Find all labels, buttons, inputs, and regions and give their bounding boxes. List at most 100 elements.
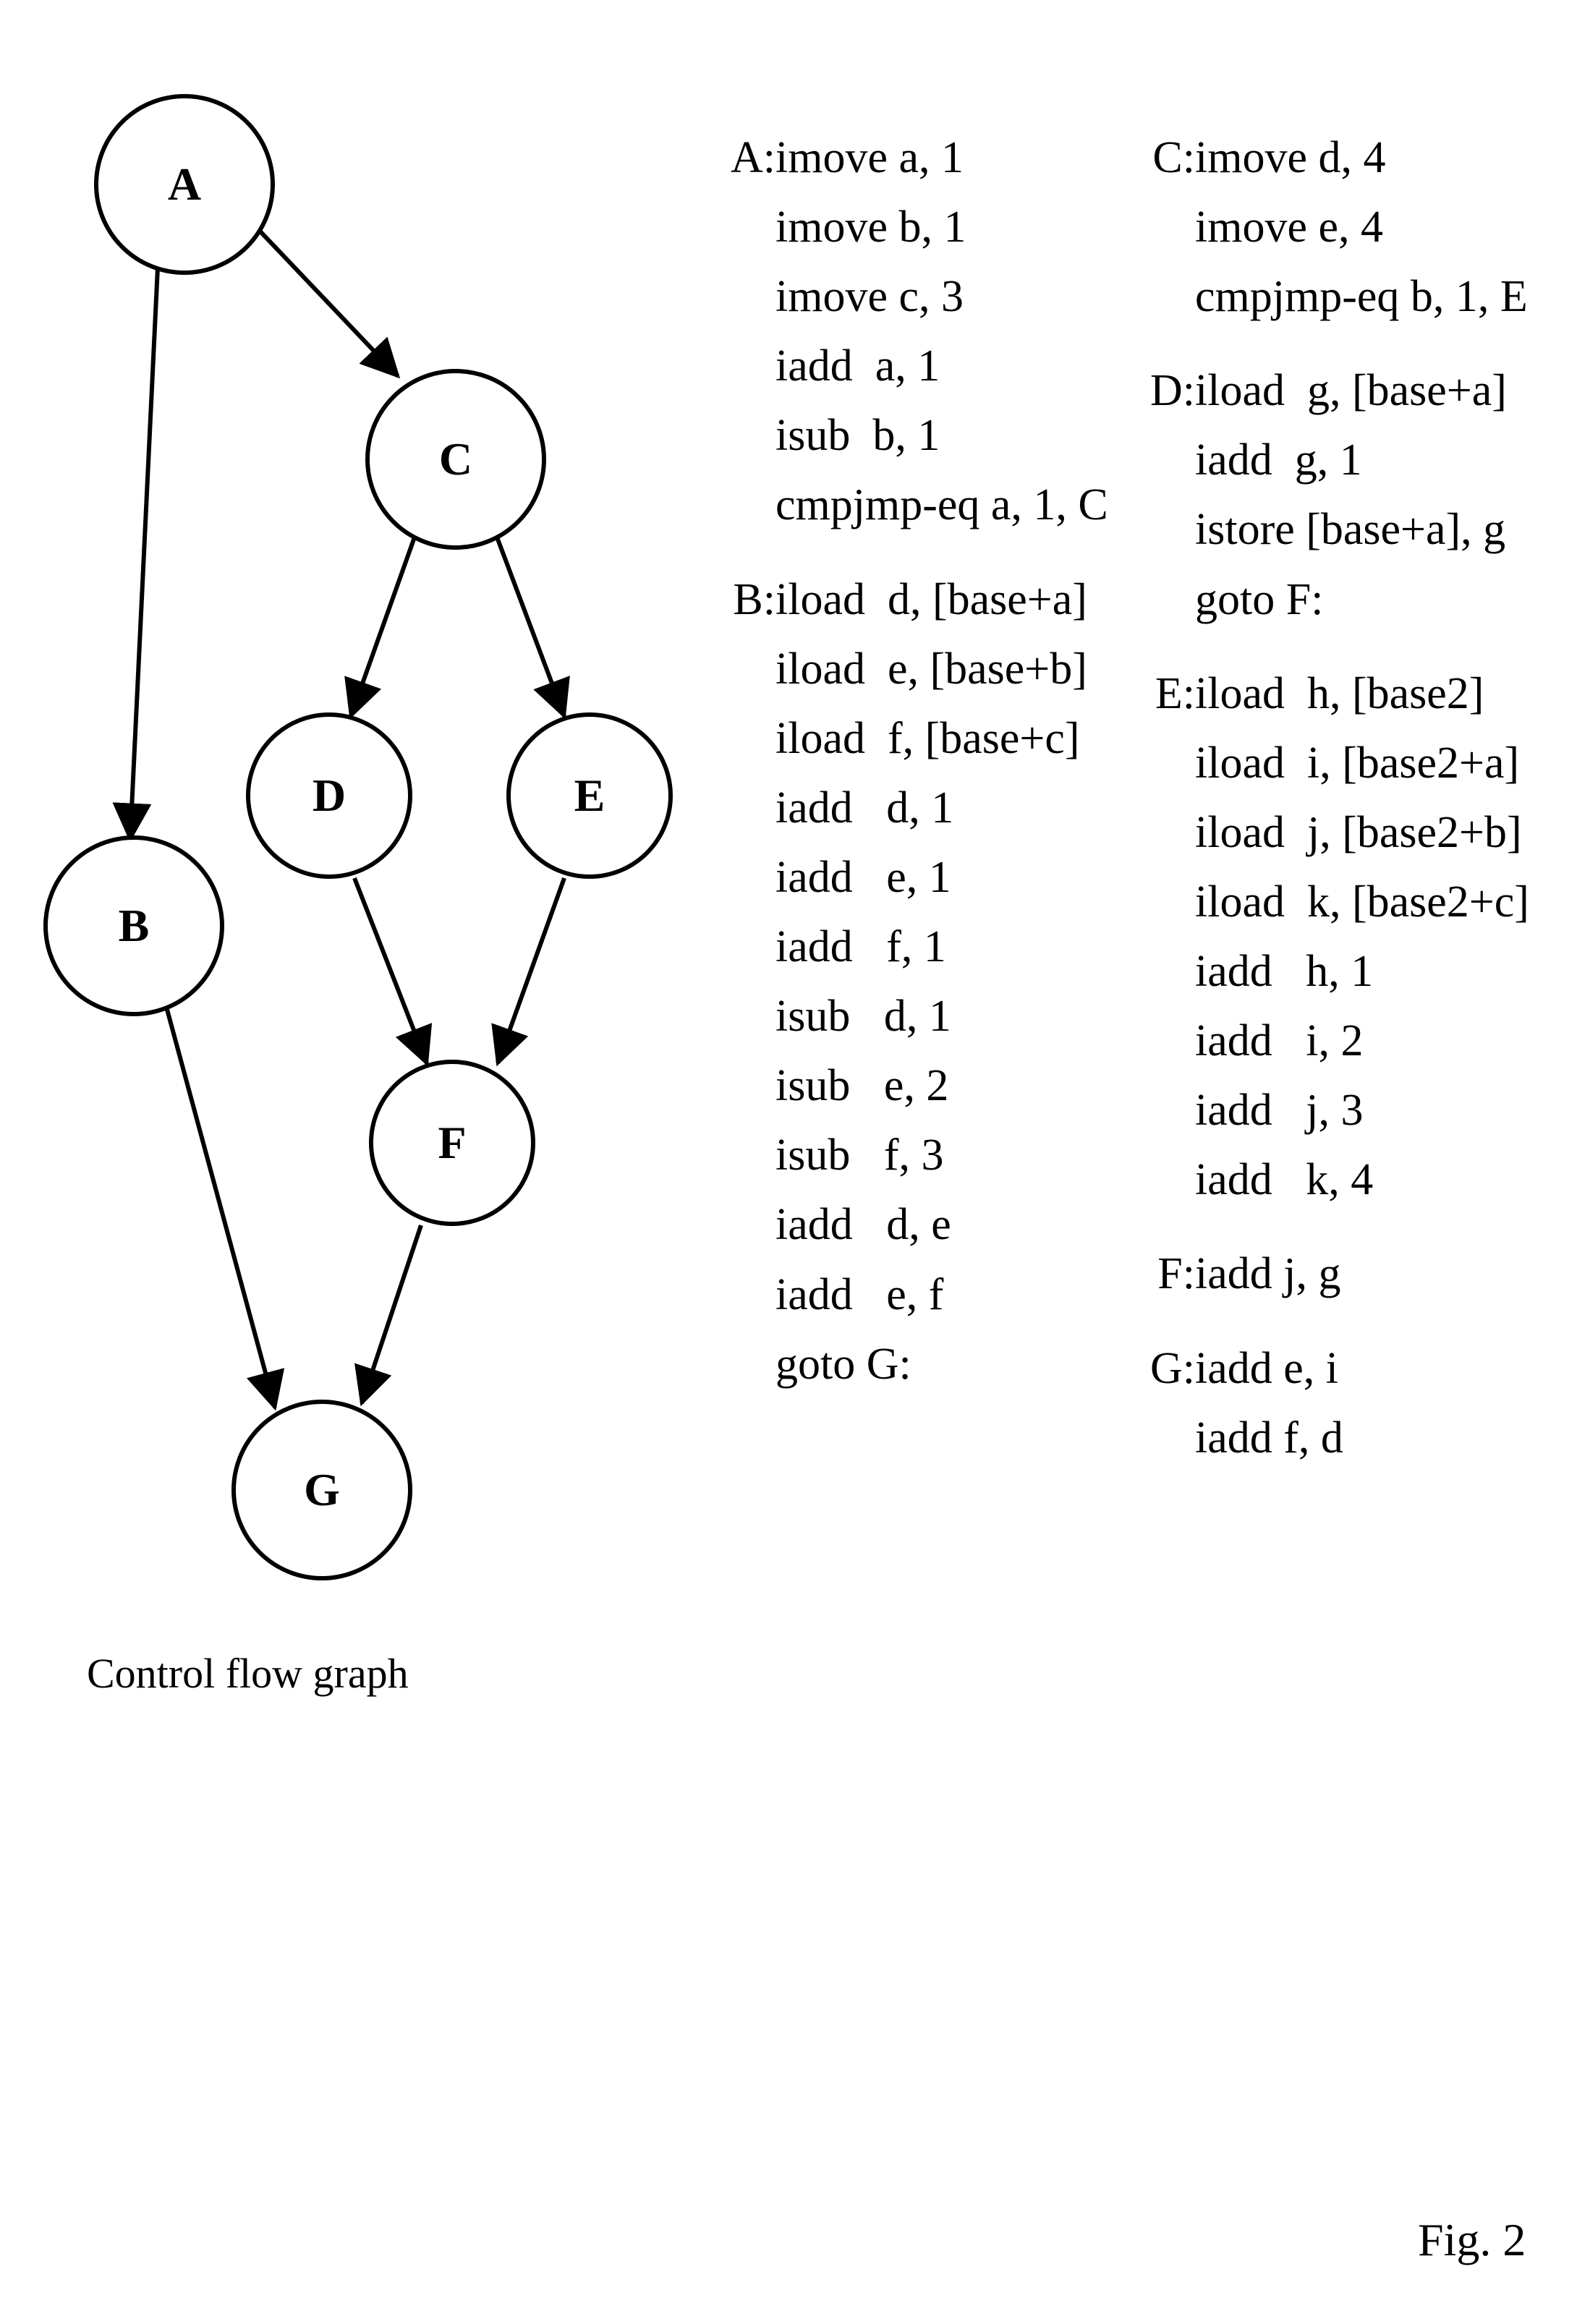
instruction: iload h, [base2] [1195,659,1484,728]
code-line: cmpjmp-eq a, 1, C [723,470,1128,540]
node-A: A [94,94,275,275]
block-label: A: [723,123,775,192]
instruction: iload j, [base2+b] [1195,798,1522,867]
instruction: imove e, 4 [1195,192,1383,262]
instruction: iload f, [base+c] [775,704,1080,773]
code-line: iadd k, 4 [1143,1145,1548,1214]
code-line: iadd f, 1 [723,912,1128,982]
instruction: isub b, 1 [775,401,940,470]
instruction: iadd e, f [775,1260,943,1329]
node-F-label: F [438,1116,466,1170]
code-line: isub f, 3 [723,1120,1128,1190]
code-block-B: B:iload d, [base+a]iload e, [base+b]iloa… [723,565,1128,1399]
instruction: iadd i, 2 [1195,1006,1363,1076]
node-G-label: G [304,1463,340,1517]
instruction: imove a, 1 [775,123,964,192]
instruction: iload g, [base+a] [1195,356,1507,425]
code-line: iadd d, 1 [723,773,1128,843]
code-line: iload i, [base2+a] [1143,728,1548,798]
code-line: iadd g, 1 [1143,425,1548,495]
instruction: iload i, [base2+a] [1195,728,1519,798]
instruction: iadd j, g [1195,1239,1340,1308]
node-E-label: E [574,769,605,822]
code-line: C:imove d, 4 [1143,123,1548,192]
instruction: isub d, 1 [775,982,951,1051]
figure-caption: Fig. 2 [1418,2213,1526,2267]
code-line: isub e, 2 [723,1051,1128,1120]
node-A-label: A [168,158,201,211]
instruction: cmpjmp-eq a, 1, C [775,470,1108,540]
code-line: iadd h, 1 [1143,937,1548,1006]
code-line: istore [base+a], g [1143,495,1548,564]
block-label: F: [1143,1239,1195,1308]
code-block-F: F:iadd j, g [1143,1239,1548,1308]
code-line: iload f, [base+c] [723,704,1128,773]
instruction: iadd g, 1 [1195,425,1362,495]
code-column-1: A:imove a, 1imove b, 1imove c, 3iadd a, … [723,123,1128,1423]
node-E: E [506,712,673,879]
code-line: iadd d, e [723,1190,1128,1259]
instruction: iadd j, 3 [1195,1076,1363,1145]
code-line: iload e, [base+b] [723,634,1128,704]
instruction: iadd e, i [1195,1334,1338,1403]
code-line: B:iload d, [base+a] [723,565,1128,634]
block-label: G: [1143,1334,1195,1403]
code-line: iadd j, 3 [1143,1076,1548,1145]
code-block-D: D:iload g, [base+a]iadd g, 1istore [base… [1143,356,1548,634]
block-label: E: [1143,659,1195,728]
instruction: imove c, 3 [775,262,964,331]
instruction: iload k, [base2+c] [1195,867,1529,937]
instruction: iload d, [base+a] [775,565,1087,634]
code-line: iadd e, f [723,1260,1128,1329]
code-line: goto G: [723,1329,1128,1399]
instruction: iload e, [base+b] [775,634,1087,704]
instruction: iadd e, 1 [775,843,951,912]
code-line: iadd a, 1 [723,331,1128,401]
code-line: F:iadd j, g [1143,1239,1548,1308]
code-line: D:iload g, [base+a] [1143,356,1548,425]
instruction: istore [base+a], g [1195,495,1505,564]
code-line: isub b, 1 [723,401,1128,470]
instruction: iadd k, 4 [1195,1145,1373,1214]
code-block-E: E:iload h, [base2]iload i, [base2+a]iloa… [1143,659,1548,1215]
instruction: iadd f, 1 [775,912,946,982]
code-line: E:iload h, [base2] [1143,659,1548,728]
node-G: G [231,1400,412,1580]
code-line: G:iadd e, i [1143,1334,1548,1403]
node-F: F [369,1060,535,1226]
code-column-2: C:imove d, 4imove e, 4cmpjmp-eq b, 1, ED… [1143,123,1548,1497]
instruction: imove d, 4 [1195,123,1385,192]
instruction: iadd d, e [775,1190,951,1259]
instruction: iadd h, 1 [1195,937,1373,1006]
instruction: iadd f, d [1195,1403,1343,1473]
code-line: iload j, [base2+b] [1143,798,1548,867]
figure-canvas: A B C D E F G Control flow graph A:imove… [0,0,1577,2324]
node-C-label: C [439,433,472,486]
code-line: imove e, 4 [1143,192,1548,262]
instruction: goto F: [1195,565,1323,634]
code-line: iadd i, 2 [1143,1006,1548,1076]
node-D: D [246,712,412,879]
code-block-G: G:iadd e, iiadd f, d [1143,1334,1548,1473]
code-line: iadd f, d [1143,1403,1548,1473]
code-line: iadd e, 1 [723,843,1128,912]
instruction: iadd d, 1 [775,773,953,843]
code-line: goto F: [1143,565,1548,634]
code-line: imove b, 1 [723,192,1128,262]
graph-caption: Control flow graph [87,1649,409,1698]
instruction: cmpjmp-eq b, 1, E [1195,262,1528,331]
instruction: isub f, 3 [775,1120,944,1190]
code-line: imove c, 3 [723,262,1128,331]
block-label: D: [1143,356,1195,425]
node-B: B [43,835,224,1016]
node-D-label: D [313,769,346,822]
code-line: iload k, [base2+c] [1143,867,1548,937]
instruction: iadd a, 1 [775,331,940,401]
code-line: cmpjmp-eq b, 1, E [1143,262,1548,331]
block-label: C: [1143,123,1195,192]
node-C: C [365,369,546,550]
block-label: B: [723,565,775,634]
code-block-A: A:imove a, 1imove b, 1imove c, 3iadd a, … [723,123,1128,540]
instruction: imove b, 1 [775,192,966,262]
node-B-label: B [119,899,150,953]
